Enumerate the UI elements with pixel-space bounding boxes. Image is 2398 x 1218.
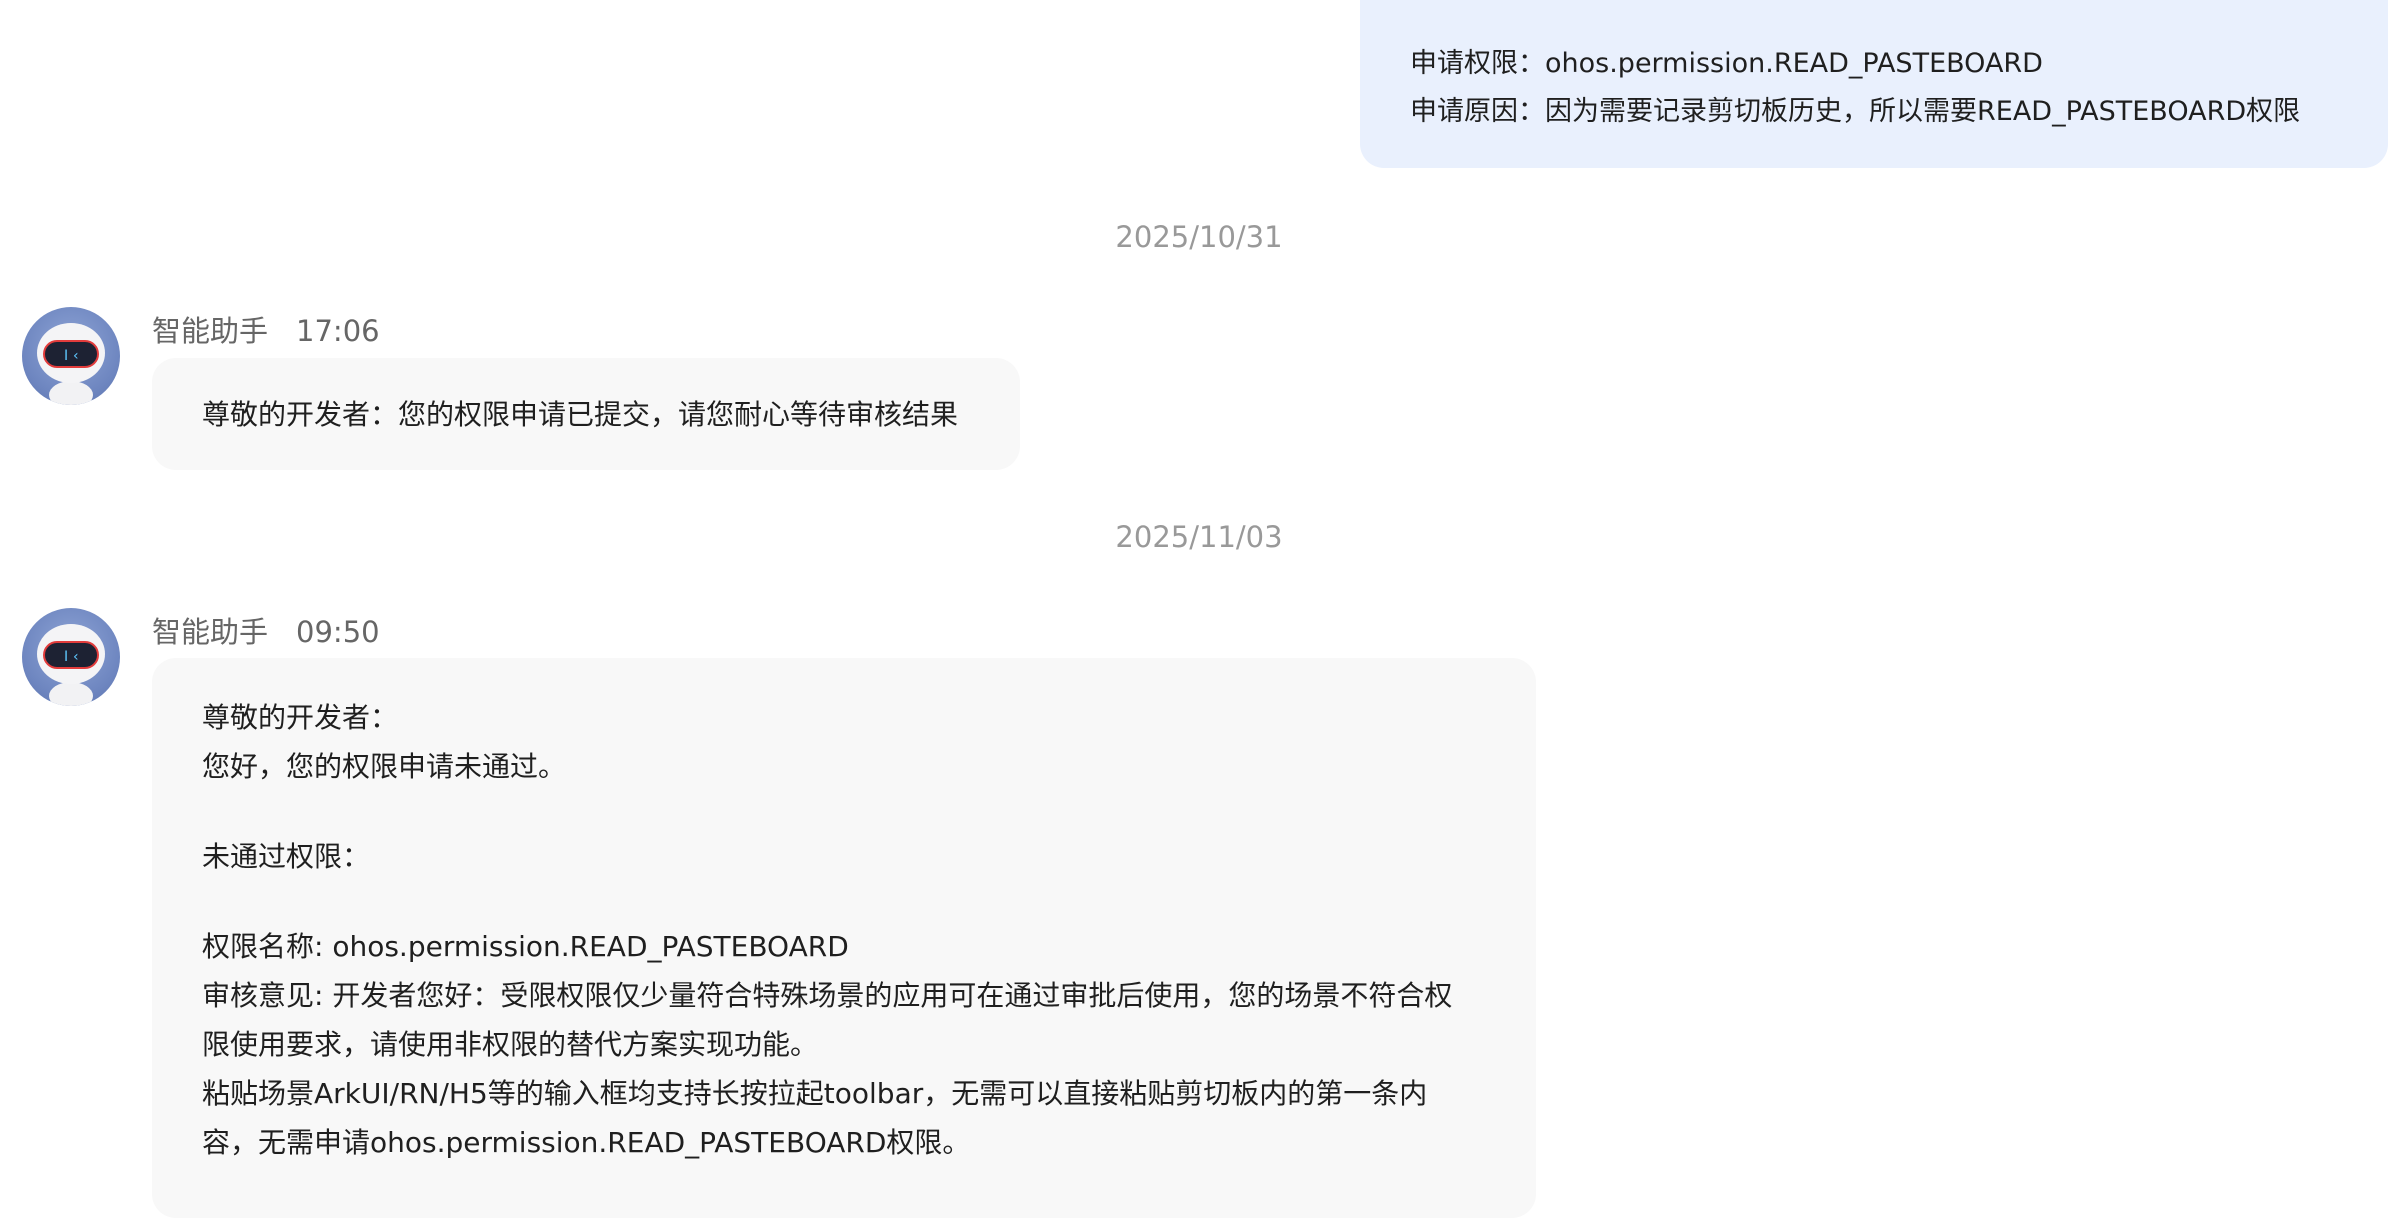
svg-text:‹: ‹ <box>73 649 79 665</box>
message-time: 17:06 <box>296 314 380 348</box>
message-line: 权限名称: ohos.permission.READ_PASTEBOARD <box>202 930 849 963</box>
chat-thread: 申请权限：ohos.permission.READ_PASTEBOARD 申请原… <box>0 0 2398 1218</box>
message-line: 未通过权限： <box>202 840 371 873</box>
request-permission-line: 申请权限：ohos.permission.READ_PASTEBOARD <box>1410 48 2043 79</box>
request-reason-line: 申请原因：因为需要记录剪切板历史，所以需要READ_PASTEBOARD权限 <box>1410 96 2301 127</box>
robot-icon: I ‹ <box>37 323 105 405</box>
message-line: 粘贴场景ArkUI/RN/H5等的输入框均支持长按拉起toolbar，无需可以直… <box>202 1077 1428 1110</box>
message-meta: 智能助手 17:06 <box>152 308 380 350</box>
date-separator: 2025/11/03 <box>1115 520 1283 554</box>
message-line: 您好，您的权限申请未通过。 <box>202 750 567 783</box>
svg-text:‹: ‹ <box>73 348 79 364</box>
message-line: 容，无需申请ohos.permission.READ_PASTEBOARD权限。 <box>202 1126 971 1159</box>
assistant-avatar-icon: I ‹ <box>22 608 120 706</box>
message-line: 限使用要求，请使用非权限的替代方案实现功能。 <box>202 1028 819 1061</box>
svg-text:I: I <box>64 649 68 665</box>
message-meta: 智能助手 09:50 <box>152 609 380 651</box>
svg-text:I: I <box>64 348 68 364</box>
message-line: 尊敬的开发者： <box>202 701 399 734</box>
sender-name: 智能助手 <box>152 615 269 649</box>
assistant-message-bubble: 尊敬的开发者： 您好，您的权限申请未通过。 未通过权限： 权限名称: ohos.… <box>152 658 1536 1218</box>
message-line: 尊敬的开发者：您的权限申请已提交，请您耐心等待审核结果 <box>202 398 959 431</box>
message-time: 09:50 <box>296 615 380 649</box>
date-separator: 2025/10/31 <box>1115 220 1283 254</box>
user-message-bubble: 申请权限：ohos.permission.READ_PASTEBOARD 申请原… <box>1360 0 2388 168</box>
robot-icon: I ‹ <box>37 624 105 706</box>
sender-name: 智能助手 <box>152 314 269 348</box>
assistant-message-bubble: 尊敬的开发者：您的权限申请已提交，请您耐心等待审核结果 <box>152 358 1020 470</box>
assistant-avatar-icon: I ‹ <box>22 307 120 405</box>
message-line: 审核意见: 开发者您好：受限权限仅少量符合特殊场景的应用可在通过审批后使用，您的… <box>202 979 1453 1012</box>
